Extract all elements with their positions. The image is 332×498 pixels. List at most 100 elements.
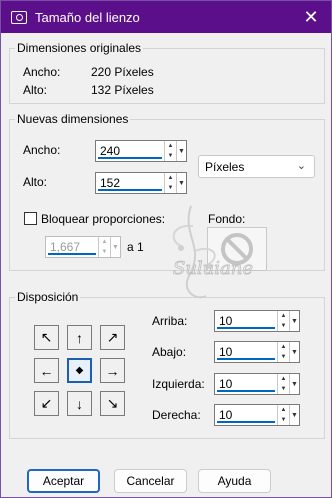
aspect-ratio-suffix: a 1: [127, 240, 144, 254]
close-icon[interactable]: ✕: [291, 1, 331, 33]
top-margin-input[interactable]: 10: [215, 311, 277, 331]
new-width-input[interactable]: 240: [96, 141, 164, 161]
input-underline: [217, 358, 275, 360]
right-margin-value: 10: [219, 408, 233, 422]
decrement-icon[interactable]: ▼: [165, 183, 176, 193]
lock-proportions-checkbox[interactable]: [24, 212, 37, 225]
new-height-value: 152: [100, 176, 121, 190]
new-height-dropdown-icon[interactable]: ▼: [176, 173, 186, 193]
anchor-center-icon: ◆: [75, 365, 84, 376]
aspect-ratio-input[interactable]: 1,667: [46, 237, 98, 257]
original-height-value: 132 Píxeles: [91, 83, 154, 97]
bottom-margin-label: Abajo:: [152, 345, 187, 359]
anchor-right-button[interactable]: →: [100, 358, 125, 383]
ok-button[interactable]: Aceptar: [27, 469, 100, 493]
new-height-arrows[interactable]: ▲ ▼: [164, 173, 176, 193]
left-margin-label: Izquierda:: [152, 377, 205, 391]
decrement-icon[interactable]: ▼: [99, 247, 110, 257]
new-height-label: Alto:: [23, 175, 48, 189]
top-margin-label: Arriba:: [152, 314, 188, 328]
input-underline: [48, 253, 96, 255]
anchor-top-right-icon: ↗: [106, 329, 119, 345]
background-label: Fondo:: [208, 212, 246, 226]
input-underline: [217, 421, 275, 423]
left-margin-dropdown-icon[interactable]: ▼: [289, 374, 299, 394]
increment-icon[interactable]: ▲: [278, 405, 289, 415]
left-margin-arrows[interactable]: ▲ ▼: [277, 374, 289, 394]
left-margin-input[interactable]: 10: [215, 374, 277, 394]
help-button-label: Ayuda: [217, 474, 252, 488]
new-dimensions-label: Nuevas dimensiones: [15, 112, 131, 126]
aspect-ratio-dropdown-icon[interactable]: ▼: [110, 237, 120, 257]
lock-proportions-label[interactable]: Bloquear proporciones:: [41, 212, 165, 226]
right-margin-arrows[interactable]: ▲ ▼: [277, 405, 289, 425]
bottom-margin-arrows[interactable]: ▲ ▼: [277, 342, 289, 362]
top-margin-arrows[interactable]: ▲ ▼: [277, 311, 289, 331]
position-label: Disposición: [15, 290, 81, 304]
cancel-button-label: Cancelar: [126, 474, 175, 488]
anchor-top-left-icon: ↖: [40, 329, 53, 345]
aspect-ratio-stepper[interactable]: 1,667 ▲ ▼ ▼: [45, 236, 121, 258]
increment-icon[interactable]: ▲: [278, 342, 289, 352]
aspect-ratio-value: 1,667: [50, 240, 81, 254]
bottom-margin-stepper[interactable]: 10 ▲ ▼ ▼: [214, 341, 300, 363]
original-width-label: Ancho:: [23, 65, 61, 79]
input-underline: [217, 327, 275, 329]
title-bar: Tamaño del lienzo ✕: [1, 1, 331, 33]
camera-icon: [11, 10, 27, 24]
background-color-swatch[interactable]: [207, 227, 267, 271]
right-margin-label: Derecha:: [152, 408, 201, 422]
new-height-stepper[interactable]: 152 ▲ ▼ ▼: [95, 172, 187, 194]
input-underline: [98, 157, 162, 159]
anchor-left-button[interactable]: ←: [34, 358, 59, 383]
new-width-stepper[interactable]: 240 ▲ ▼ ▼: [95, 140, 187, 162]
help-button[interactable]: Ayuda: [198, 469, 271, 493]
anchor-bottom-left-button[interactable]: ↙: [34, 391, 59, 416]
anchor-top-left-button[interactable]: ↖: [34, 325, 59, 350]
input-underline: [98, 189, 162, 191]
new-width-arrows[interactable]: ▲ ▼: [164, 141, 176, 161]
increment-icon[interactable]: ▲: [99, 237, 110, 247]
top-margin-value: 10: [219, 314, 233, 328]
anchor-top-button[interactable]: ↑: [67, 325, 92, 350]
left-margin-stepper[interactable]: 10 ▲ ▼ ▼: [214, 373, 300, 395]
anchor-bottom-right-button[interactable]: ↘: [100, 391, 125, 416]
right-margin-input[interactable]: 10: [215, 405, 277, 425]
units-select[interactable]: Píxeles ⌄: [198, 155, 315, 178]
increment-icon[interactable]: ▲: [165, 141, 176, 151]
decrement-icon[interactable]: ▼: [278, 352, 289, 362]
ok-button-label: Aceptar: [42, 474, 85, 488]
decrement-icon[interactable]: ▼: [278, 415, 289, 425]
anchor-top-icon: ↑: [76, 329, 83, 346]
anchor-bottom-button[interactable]: ↓: [67, 391, 92, 416]
original-width-value: 220 Píxeles: [91, 65, 154, 79]
right-margin-stepper[interactable]: 10 ▲ ▼ ▼: [214, 404, 300, 426]
increment-icon[interactable]: ▲: [278, 374, 289, 384]
anchor-bottom-left-icon: ↙: [40, 395, 53, 411]
top-margin-dropdown-icon[interactable]: ▼: [289, 311, 299, 331]
anchor-top-right-button[interactable]: ↗: [100, 325, 125, 350]
new-height-input[interactable]: 152: [96, 173, 164, 193]
new-width-label: Ancho:: [23, 143, 61, 157]
new-width-dropdown-icon[interactable]: ▼: [176, 141, 186, 161]
increment-icon[interactable]: ▲: [278, 311, 289, 321]
aspect-ratio-arrows[interactable]: ▲ ▼: [98, 237, 110, 257]
anchor-center-button[interactable]: ◆: [67, 358, 92, 383]
top-margin-stepper[interactable]: 10 ▲ ▼ ▼: [214, 310, 300, 332]
anchor-right-icon: →: [105, 362, 120, 379]
anchor-bottom-right-icon: ↘: [106, 395, 119, 411]
increment-icon[interactable]: ▲: [165, 173, 176, 183]
new-width-value: 240: [100, 144, 121, 158]
decrement-icon[interactable]: ▼: [165, 151, 176, 161]
decrement-icon[interactable]: ▼: [278, 384, 289, 394]
anchor-bottom-icon: ↓: [76, 395, 83, 412]
input-underline: [217, 390, 275, 392]
canvas-size-dialog: Tamaño del lienzo ✕ Dimensiones original…: [0, 0, 332, 498]
left-margin-value: 10: [219, 377, 233, 391]
cancel-button[interactable]: Cancelar: [114, 469, 187, 493]
right-margin-dropdown-icon[interactable]: ▼: [289, 405, 299, 425]
bottom-margin-input[interactable]: 10: [215, 342, 277, 362]
bottom-margin-dropdown-icon[interactable]: ▼: [289, 342, 299, 362]
original-height-label: Alto:: [23, 83, 48, 97]
decrement-icon[interactable]: ▼: [278, 321, 289, 331]
